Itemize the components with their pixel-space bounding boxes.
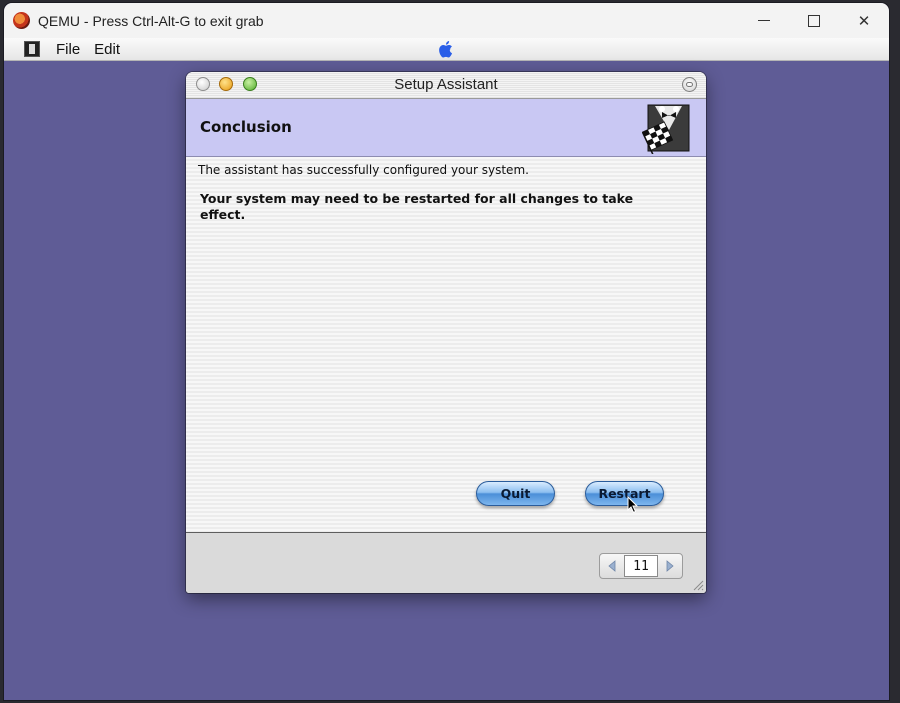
- dialog-footer: 11: [186, 533, 706, 593]
- window-controls: ✕: [739, 3, 889, 38]
- maximize-icon: [808, 14, 820, 27]
- section-title: Conclusion: [200, 118, 292, 136]
- qemu-logo-icon: [13, 12, 30, 29]
- minimize-button[interactable]: [739, 3, 789, 38]
- page-navigator: 11: [599, 553, 683, 579]
- setup-assistant-icon: [642, 104, 690, 154]
- maximize-button[interactable]: [789, 3, 839, 38]
- setup-assistant-window: Setup Assistant Conclusion The assistant…: [186, 72, 706, 593]
- success-message: The assistant has successfully configure…: [198, 163, 529, 177]
- dialog-header: Conclusion: [186, 99, 706, 157]
- guest-menubar: File Edit: [4, 38, 889, 61]
- resize-grip-icon[interactable]: [692, 579, 704, 591]
- previous-page-button[interactable]: [600, 555, 624, 577]
- close-icon: ✕: [857, 11, 871, 30]
- quit-button[interactable]: Quit: [476, 481, 555, 506]
- dialog-title: Setup Assistant: [394, 76, 498, 93]
- toolbar-toggle-button[interactable]: [682, 77, 697, 92]
- host-window-title: QEMU - Press Ctrl-Alt-G to exit grab: [38, 12, 264, 29]
- next-page-button[interactable]: [658, 555, 682, 577]
- left-arrow-icon: [608, 560, 616, 572]
- close-button[interactable]: ✕: [839, 3, 889, 38]
- restart-note: Your system may need to be restarted for…: [200, 191, 634, 222]
- page-number: 11: [624, 555, 658, 577]
- apple-icon[interactable]: [439, 40, 455, 58]
- app-menu-icon[interactable]: [24, 41, 40, 57]
- restart-button[interactable]: Restart: [585, 481, 664, 506]
- dialog-titlebar[interactable]: Setup Assistant: [186, 72, 706, 99]
- right-arrow-icon: [666, 560, 674, 572]
- menu-file[interactable]: File: [56, 41, 80, 58]
- mouse-cursor-icon: [627, 496, 639, 514]
- dialog-content: The assistant has successfully configure…: [186, 157, 706, 533]
- qemu-window: QEMU - Press Ctrl-Alt-G to exit grab ✕ F…: [4, 3, 889, 700]
- host-titlebar[interactable]: QEMU - Press Ctrl-Alt-G to exit grab ✕: [4, 3, 889, 38]
- minimize-icon: [758, 20, 770, 21]
- menu-edit[interactable]: Edit: [94, 41, 120, 58]
